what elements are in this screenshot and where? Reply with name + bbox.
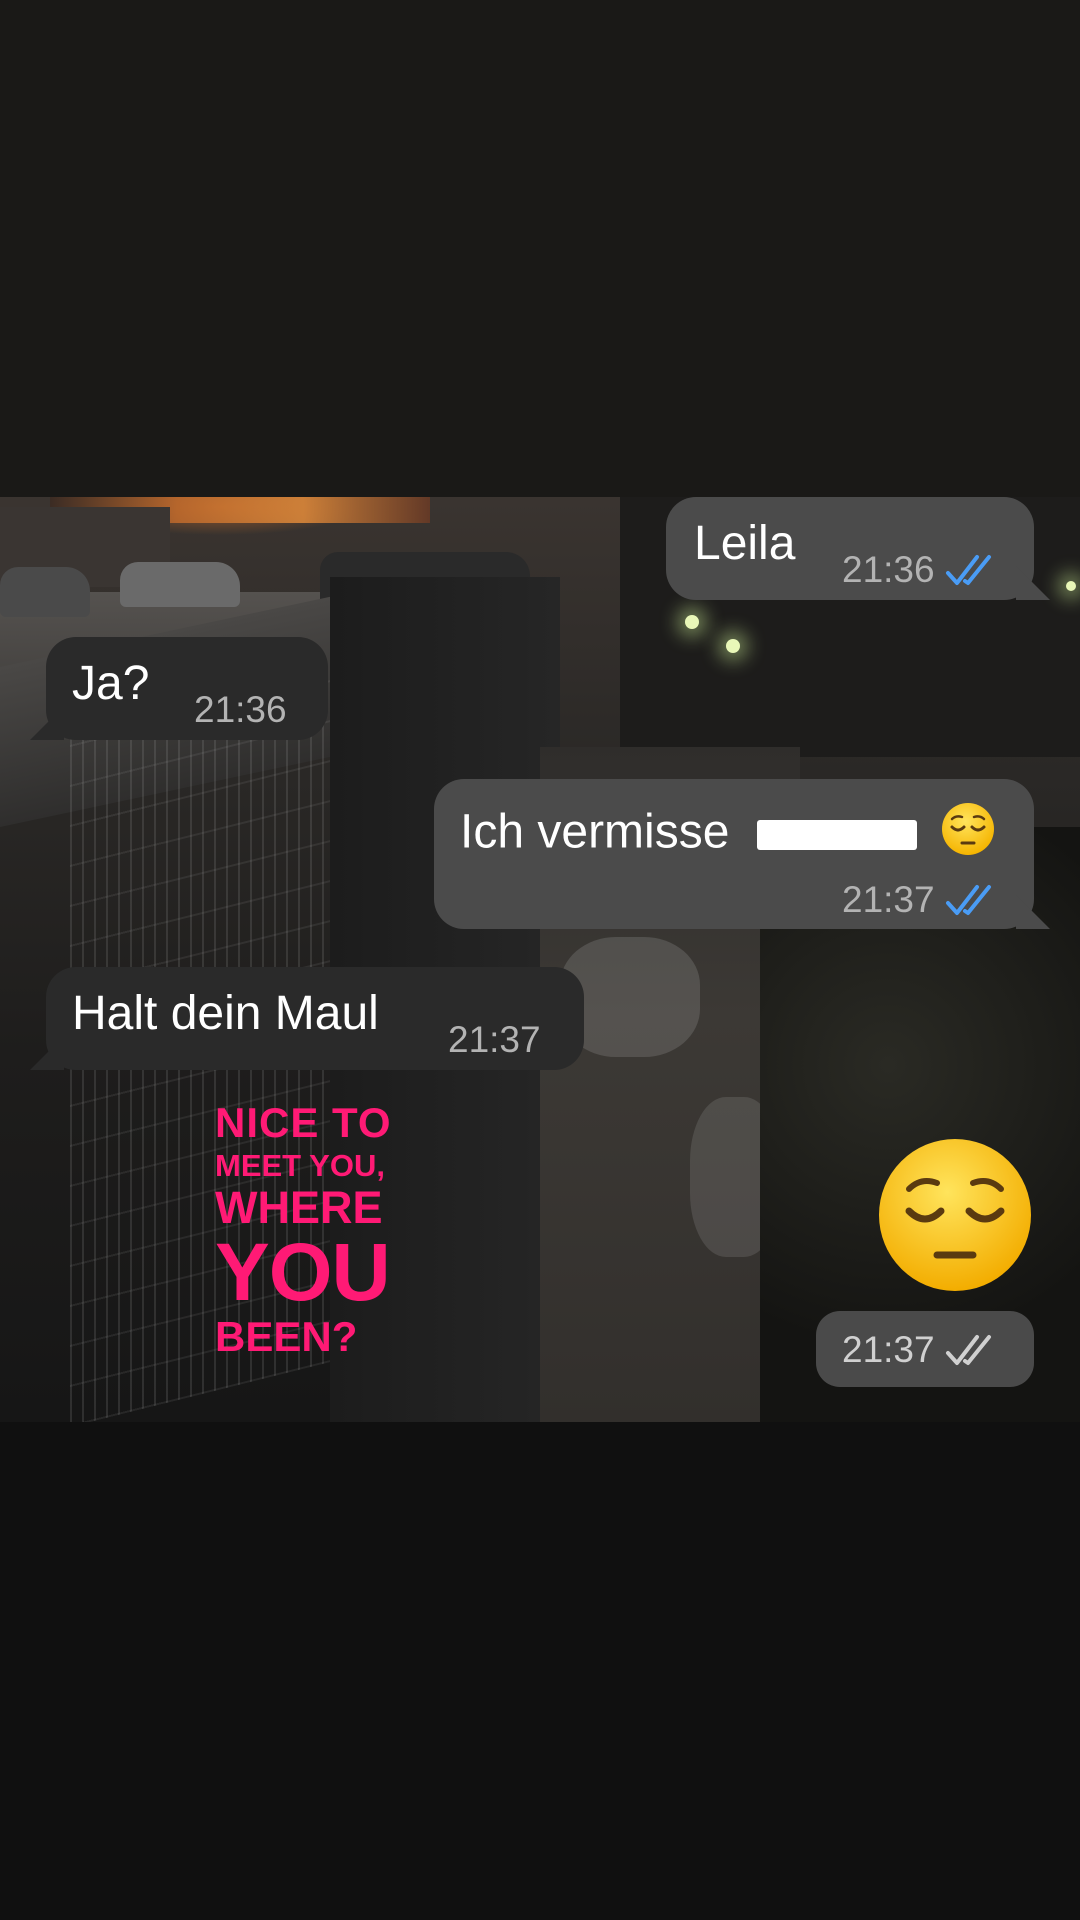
sticker-text-line: WHERE <box>215 1182 383 1233</box>
message-meta: 21:37 <box>842 873 997 927</box>
message-text: Halt dein Maul <box>72 987 379 1040</box>
street-lamp <box>1066 581 1076 591</box>
read-receipt-icon <box>945 555 991 585</box>
message-meta: 21:37 <box>842 1329 997 1371</box>
message-bubble-outgoing[interactable]: Leila 21:36 <box>666 497 1034 600</box>
sticker-text-line: BEEN? <box>215 1313 358 1360</box>
message-time: 21:36 <box>842 549 935 590</box>
message-time: 21:37 <box>448 1019 541 1060</box>
sticker-text-line: YOU <box>215 1227 391 1318</box>
message-bubble-outgoing[interactable]: Ich vermisse 21:37 <box>434 779 1034 929</box>
message-time: 21:36 <box>194 689 287 730</box>
message-text: Ich vermisse <box>460 801 996 869</box>
emoji-message-time-pill: 21:37 <box>816 1311 1034 1387</box>
sticker-text-line: NICE TO <box>215 1099 392 1146</box>
message-bubble-incoming[interactable]: Halt dein Maul 21:37 <box>46 967 584 1070</box>
message-time: 21:37 <box>842 879 935 920</box>
message-text: Leila <box>694 517 796 570</box>
message-meta: 21:37 <box>448 1013 541 1067</box>
message-meta: 21:36 <box>194 683 287 737</box>
message-bubble-incoming[interactable]: Ja? 21:36 <box>46 637 328 740</box>
parked-car <box>120 562 240 607</box>
message-text-content: Ich vermisse <box>460 805 730 859</box>
message-text: Ja? <box>72 657 150 710</box>
message-meta: 21:36 <box>842 543 997 597</box>
parked-car <box>0 567 90 617</box>
pensive-emoji-icon <box>940 801 996 869</box>
read-receipt-icon <box>945 885 991 915</box>
delivered-receipt-icon <box>945 1335 991 1365</box>
top-background <box>0 0 1080 497</box>
pensive-emoji-icon[interactable] <box>875 1135 1035 1295</box>
message-time: 21:37 <box>842 1329 935 1370</box>
sticker-text-line: MEET YOU, <box>215 1148 385 1183</box>
street-lamp <box>726 639 740 653</box>
gif-sticker[interactable]: NICE TO MEET YOU, WHERE YOU BEEN? <box>215 1102 445 1358</box>
street-lamp <box>685 615 699 629</box>
redaction-bar <box>756 820 917 850</box>
bottom-background <box>0 1422 1080 1920</box>
